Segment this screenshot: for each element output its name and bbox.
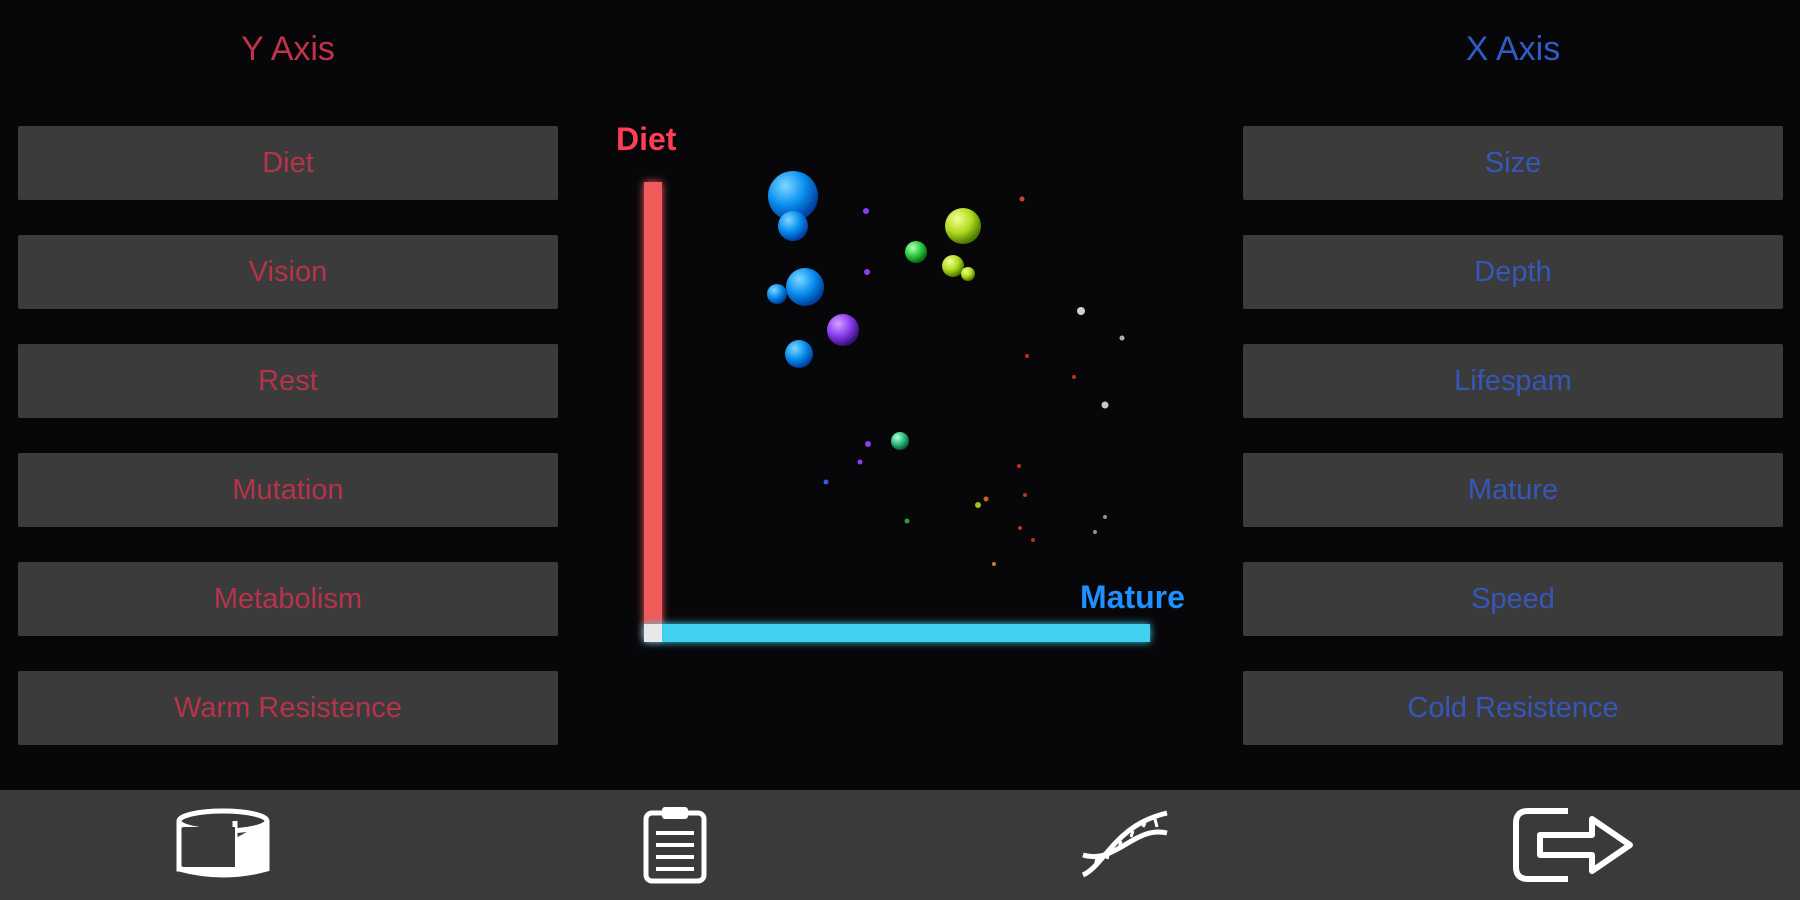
x-axis-bar (644, 624, 1150, 642)
data-sphere (905, 241, 927, 263)
y-axis-title: Y Axis (241, 30, 335, 68)
data-particle (1023, 493, 1027, 497)
dna-icon (1075, 805, 1175, 885)
scatter-plot-3d[interactable]: Diet Mature (560, 100, 1240, 680)
data-particle (1101, 401, 1109, 409)
data-particle (904, 518, 910, 524)
y-option-metabolism[interactable]: Metabolism (18, 562, 558, 636)
exit-icon (1510, 805, 1640, 885)
data-particle (863, 208, 869, 214)
data-particle (1093, 530, 1097, 534)
data-particle (1077, 307, 1085, 315)
y-option-vision[interactable]: Vision (18, 235, 558, 309)
data-particle (1017, 464, 1021, 468)
database-icon (175, 805, 275, 885)
x-option-lifespam[interactable]: Lifespam (1243, 344, 1783, 418)
data-particle (864, 269, 870, 275)
data-particle (992, 562, 996, 566)
database-button[interactable] (155, 790, 295, 900)
x-axis-title: X Axis (1465, 30, 1561, 68)
data-particle (983, 496, 989, 502)
data-particle (1119, 335, 1125, 341)
data-particle (1103, 515, 1107, 519)
x-option-depth[interactable]: Depth (1243, 235, 1783, 309)
data-sphere (945, 208, 981, 244)
data-particle (823, 479, 829, 485)
x-option-cold-resistence[interactable]: Cold Resistence (1243, 671, 1783, 745)
x-axis-label: Mature (1080, 579, 1185, 615)
y-option-rest[interactable]: Rest (18, 344, 558, 418)
data-sphere (767, 284, 787, 304)
bottom-navigation-bar (0, 790, 1800, 900)
data-sphere (961, 267, 975, 281)
data-particle (1018, 526, 1022, 530)
y-axis-options: Diet Vision Rest Mutation Metabolism War… (18, 126, 558, 780)
dna-button[interactable] (1055, 790, 1195, 900)
x-axis-options: Size Depth Lifespam Mature Speed Cold Re… (1243, 126, 1783, 780)
data-particle (857, 459, 863, 465)
data-particle (1031, 538, 1035, 542)
data-particle (1025, 354, 1029, 358)
data-sphere (942, 255, 964, 277)
y-option-mutation[interactable]: Mutation (18, 453, 558, 527)
data-sphere (786, 268, 824, 306)
data-particle (975, 502, 981, 508)
y-axis-label: Diet (616, 121, 677, 157)
x-option-speed[interactable]: Speed (1243, 562, 1783, 636)
data-particle (1072, 375, 1076, 379)
y-option-warm-resistence[interactable]: Warm Resistence (18, 671, 558, 745)
y-axis-bar (644, 182, 662, 640)
data-sphere (827, 314, 859, 346)
data-particle (1019, 196, 1025, 202)
data-particle (865, 441, 871, 447)
y-option-diet[interactable]: Diet (18, 126, 558, 200)
x-option-mature[interactable]: Mature (1243, 453, 1783, 527)
clipboard-button[interactable] (605, 790, 745, 900)
axis-origin (644, 624, 662, 642)
data-sphere (778, 211, 808, 241)
data-sphere (891, 432, 909, 450)
exit-button[interactable] (1505, 790, 1645, 900)
clipboard-icon (640, 805, 710, 885)
data-sphere (785, 340, 813, 368)
x-option-size[interactable]: Size (1243, 126, 1783, 200)
